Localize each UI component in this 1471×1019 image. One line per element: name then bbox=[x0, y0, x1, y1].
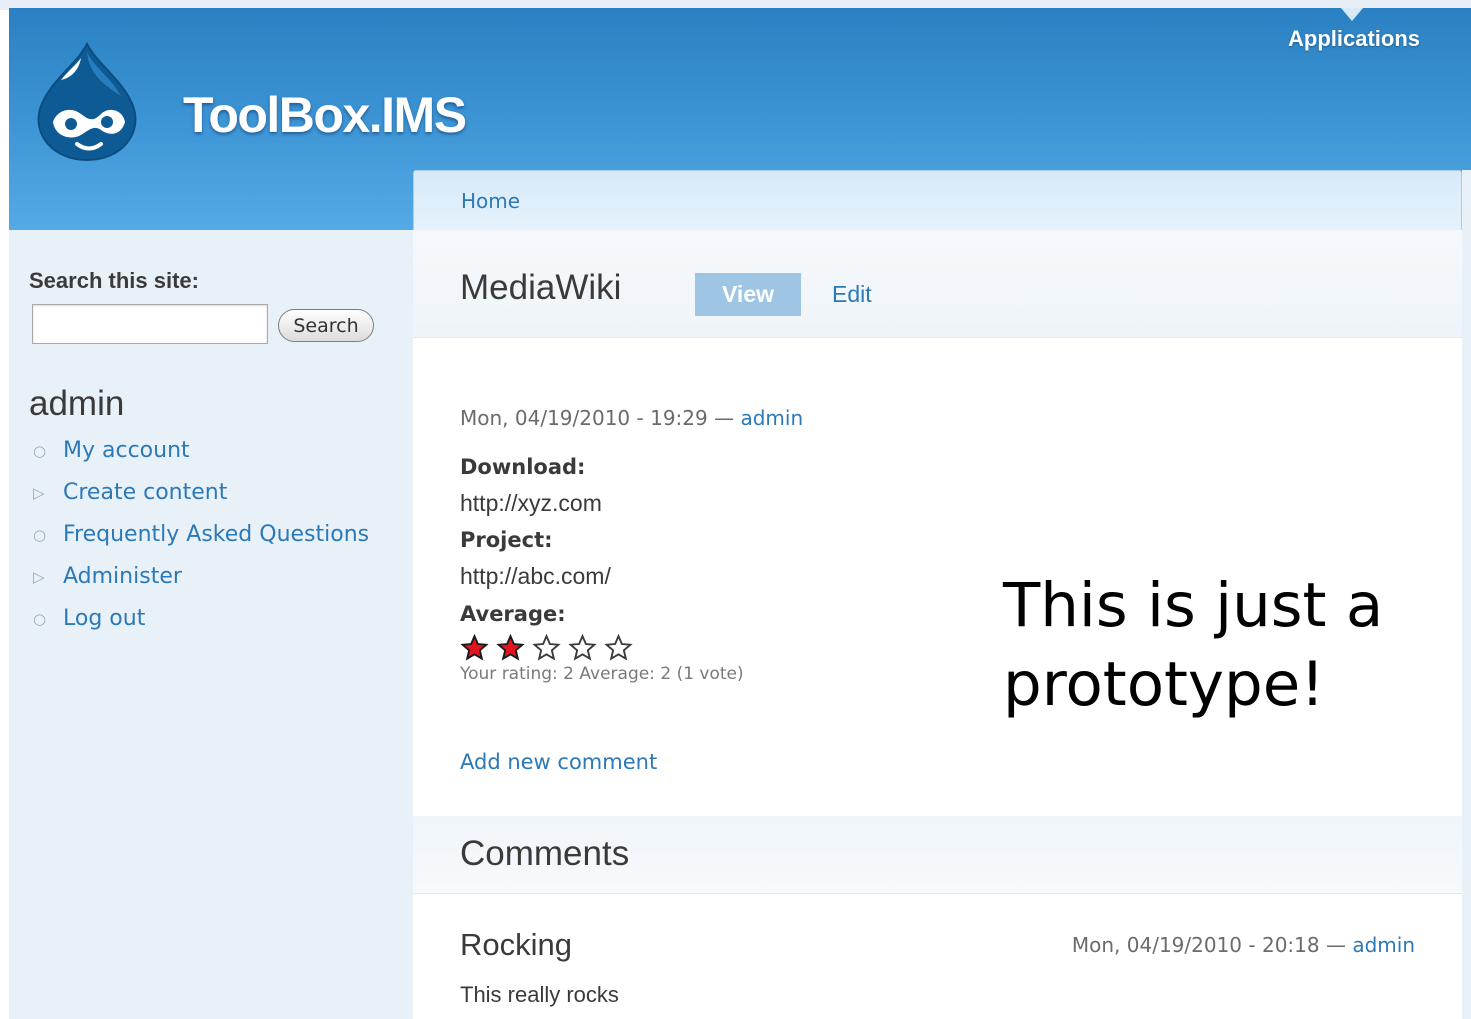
rating-description: Your rating: 2 Average: 2 (1 vote) bbox=[460, 664, 744, 684]
star-filled-icon[interactable] bbox=[496, 634, 525, 662]
star-rating[interactable] bbox=[460, 634, 635, 662]
site-name[interactable]: ToolBox.IMS bbox=[183, 86, 467, 144]
menu-link-my-account[interactable]: My account bbox=[63, 438, 190, 463]
applications-link[interactable]: Applications bbox=[1288, 26, 1420, 52]
download-value: http://xyz.com bbox=[460, 490, 602, 516]
search-label: Search this site: bbox=[29, 268, 199, 293]
menu-link-faq[interactable]: Frequently Asked Questions bbox=[63, 522, 369, 547]
comments-header: Comments bbox=[413, 816, 1462, 894]
project-label: Project: bbox=[460, 528, 553, 552]
submitted-separator: — bbox=[714, 406, 735, 430]
project-value: http://abc.com/ bbox=[460, 563, 611, 589]
circle-bullet-icon: ○ bbox=[33, 526, 47, 544]
comment-submitted: Mon, 04/19/2010 - 20:18 — admin bbox=[1072, 933, 1415, 957]
drupal-drop-icon[interactable] bbox=[31, 40, 143, 162]
star-empty-icon[interactable] bbox=[568, 634, 597, 662]
comment-date: Mon, 04/19/2010 - 20:18 bbox=[1071, 933, 1320, 957]
star-empty-icon[interactable] bbox=[604, 634, 634, 662]
download-label: Download: bbox=[460, 455, 586, 479]
tab-view[interactable]: View bbox=[695, 273, 801, 316]
triangle-bullet-icon: ▷ bbox=[33, 484, 45, 502]
user-block-title: admin bbox=[29, 384, 125, 423]
node-submitted: Mon, 04/19/2010 - 19:29 — admin bbox=[460, 406, 803, 430]
tab-edit[interactable]: Edit bbox=[832, 281, 872, 308]
menu-link-log-out[interactable]: Log out bbox=[63, 606, 145, 631]
search-button[interactable]: Search bbox=[278, 309, 374, 342]
prototype-note: This is just a prototype! bbox=[1003, 570, 1384, 720]
page-frame: ToolBox.IMS Applications Home Search thi… bbox=[9, 8, 1471, 1019]
add-comment-link[interactable]: Add new comment bbox=[460, 750, 657, 774]
node-title-band: MediaWiki View Edit bbox=[413, 230, 1462, 338]
applications-caret-icon bbox=[1341, 8, 1363, 21]
comment-separator: — bbox=[1325, 933, 1346, 957]
triangle-bullet-icon: ▷ bbox=[33, 568, 45, 586]
submitted-date: Mon, 04/19/2010 - 19:29 bbox=[460, 406, 708, 430]
breadcrumb-home-link[interactable]: Home bbox=[461, 189, 520, 213]
average-label: Average: bbox=[460, 602, 566, 626]
comment-author-link[interactable]: admin bbox=[1352, 933, 1415, 957]
circle-bullet-icon: ○ bbox=[33, 442, 47, 460]
comment-body: This really rocks bbox=[460, 982, 619, 1007]
search-input[interactable] bbox=[32, 304, 268, 344]
circle-bullet-icon: ○ bbox=[33, 610, 47, 628]
submitted-author-link[interactable]: admin bbox=[740, 406, 803, 430]
menu-link-create-content[interactable]: Create content bbox=[63, 480, 227, 505]
comment-title[interactable]: Rocking bbox=[460, 927, 572, 963]
main-content: MediaWiki View Edit Mon, 04/19/2010 - 19… bbox=[413, 230, 1462, 1019]
sidebar: Search this site: Search admin ○ My acco… bbox=[9, 230, 413, 1019]
page-title: MediaWiki bbox=[460, 268, 622, 307]
comments-heading: Comments bbox=[460, 834, 630, 873]
menu-link-administer[interactable]: Administer bbox=[63, 564, 182, 589]
star-empty-icon[interactable] bbox=[532, 634, 561, 662]
right-gutter bbox=[1462, 170, 1471, 1019]
star-filled-icon[interactable] bbox=[460, 634, 489, 662]
breadcrumb: Home bbox=[413, 170, 1462, 230]
